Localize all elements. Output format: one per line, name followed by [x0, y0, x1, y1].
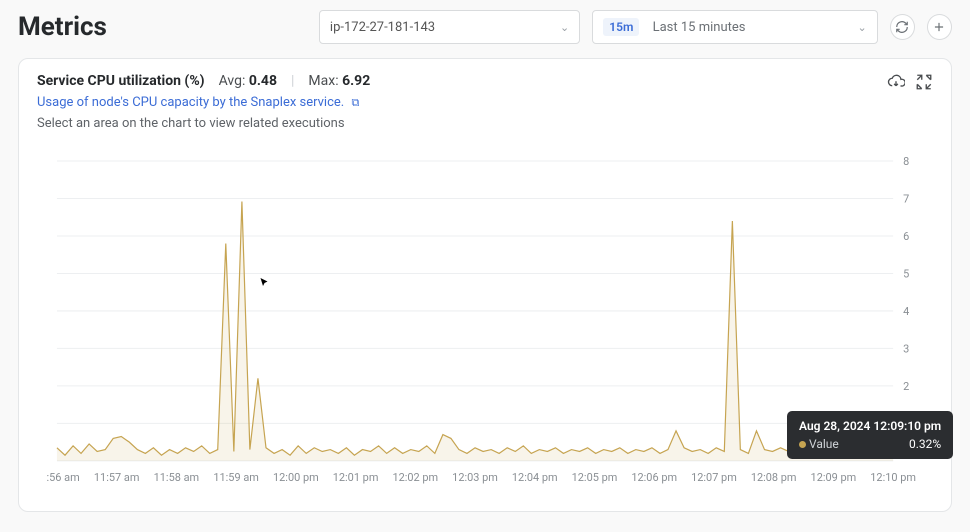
- panel-title: Service CPU utilization (%): [37, 73, 205, 89]
- time-range-badge: 15m: [603, 18, 639, 36]
- svg-text:12:08 pm: 12:08 pm: [751, 471, 797, 484]
- svg-text:12:04 pm: 12:04 pm: [512, 471, 558, 484]
- panel-actions: [887, 73, 933, 91]
- time-range-dropdown[interactable]: 15m Last 15 minutes ⌄: [592, 10, 877, 44]
- svg-text:3: 3: [903, 342, 909, 355]
- refresh-button[interactable]: [890, 14, 915, 40]
- plus-icon: [932, 20, 946, 34]
- svg-text:12:09 pm: 12:09 pm: [811, 471, 857, 484]
- time-range-label: Last 15 minutes: [653, 20, 746, 35]
- svg-text:4: 4: [903, 305, 909, 318]
- svg-text:11:56 am: 11:56 am: [47, 471, 80, 484]
- svg-text:11:59 am: 11:59 am: [213, 471, 259, 484]
- svg-text:11:58 am: 11:58 am: [154, 471, 200, 484]
- svg-text:7: 7: [903, 192, 909, 205]
- avg-label: Avg:: [219, 73, 246, 89]
- add-button[interactable]: [927, 14, 952, 40]
- svg-text:1: 1: [903, 417, 909, 430]
- svg-text:12:03 pm: 12:03 pm: [452, 471, 498, 484]
- panel-desc-link[interactable]: Usage of node's CPU capacity by the Snap…: [37, 95, 344, 110]
- panel-title-row: Service CPU utilization (%) Avg: 0.48 | …: [37, 73, 370, 89]
- node-selected-value: ip-172-27-181-143: [330, 20, 435, 35]
- chevron-down-icon: ⌄: [560, 21, 569, 34]
- cpu-utilization-chart[interactable]: 1 2 3 4 5 6 7 8 11:56 am 11:57 am 11:58 am 11:59 am…: [47, 155, 923, 487]
- svg-text:12:01 pm: 12:01 pm: [333, 471, 379, 484]
- svg-text:12:06 pm: 12:06 pm: [631, 471, 677, 484]
- svg-text:8: 8: [903, 155, 909, 168]
- max-label: Max:: [308, 73, 338, 89]
- svg-text:12:05 pm: 12:05 pm: [572, 471, 618, 484]
- svg-text:12:02 pm: 12:02 pm: [392, 471, 438, 484]
- avg-value: 0.48: [249, 73, 277, 89]
- cpu-utilization-panel: Service CPU utilization (%) Avg: 0.48 | …: [18, 58, 952, 512]
- download-icon[interactable]: [887, 73, 905, 91]
- refresh-icon: [895, 20, 909, 34]
- header-row: Metrics ip-172-27-181-143 ⌄ 15m Last 15 …: [0, 0, 970, 58]
- svg-text:5: 5: [903, 267, 909, 280]
- external-link-icon: ⧉: [351, 96, 359, 109]
- svg-text:12:00 pm: 12:00 pm: [273, 471, 319, 484]
- svg-text:2: 2: [903, 380, 909, 393]
- svg-text:12:10 pm: 12:10 pm: [870, 471, 916, 484]
- chevron-down-icon: ⌄: [857, 21, 866, 34]
- collapse-icon[interactable]: [915, 73, 933, 91]
- svg-text:11:57 am: 11:57 am: [94, 471, 140, 484]
- panel-hint: Select an area on the chart to view rela…: [37, 116, 370, 131]
- svg-text:12:07 pm: 12:07 pm: [691, 471, 737, 484]
- svg-text:6: 6: [903, 230, 909, 243]
- node-selector-dropdown[interactable]: ip-172-27-181-143 ⌄: [319, 10, 580, 44]
- max-value: 6.92: [342, 73, 370, 89]
- panel-description: Usage of node's CPU capacity by the Snap…: [37, 95, 370, 110]
- page-title: Metrics: [18, 12, 107, 42]
